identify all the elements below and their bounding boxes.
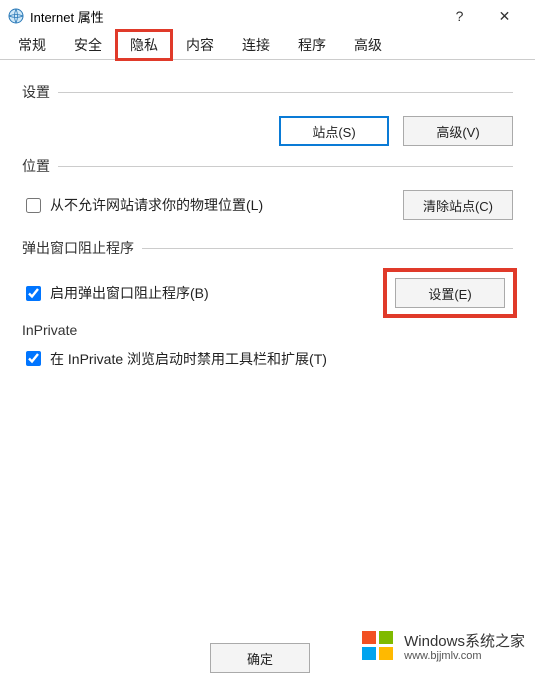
titlebar: Internet 属性 ? ✕ bbox=[0, 0, 535, 32]
group-location-label: 位置 bbox=[22, 156, 58, 176]
group-popup-header: 弹出窗口阻止程序 bbox=[22, 238, 513, 258]
help-icon: ? bbox=[456, 8, 464, 24]
help-button[interactable]: ? bbox=[437, 1, 482, 31]
tab-label: 安全 bbox=[74, 37, 102, 53]
window-title: Internet 属性 bbox=[30, 7, 104, 26]
watermark: Windows系统之家 www.bjjmlv.com bbox=[360, 628, 525, 667]
tab-label: 高级 bbox=[354, 37, 382, 53]
enable-popup-blocker-checkbox[interactable] bbox=[26, 286, 41, 301]
tab-security[interactable]: 安全 bbox=[60, 30, 116, 60]
tab-privacy[interactable]: 隐私 bbox=[116, 30, 172, 60]
tab-label: 常规 bbox=[18, 37, 46, 53]
advanced-button[interactable]: 高级(V) bbox=[403, 116, 513, 146]
group-location-header: 位置 bbox=[22, 156, 513, 176]
close-icon: ✕ bbox=[499, 8, 511, 25]
windows-logo-icon bbox=[360, 628, 396, 667]
settings-button-row: 站点(S) 高级(V) bbox=[22, 116, 513, 146]
divider bbox=[58, 166, 513, 167]
sites-button[interactable]: 站点(S) bbox=[279, 116, 389, 146]
group-settings-label: 设置 bbox=[22, 82, 58, 102]
tab-label: 隐私 bbox=[130, 37, 158, 53]
button-label: 清除站点(C) bbox=[423, 196, 493, 215]
watermark-text: Windows系统之家 www.bjjmlv.com bbox=[404, 633, 525, 663]
never-allow-location-checkbox[interactable] bbox=[26, 198, 41, 213]
popup-row: 启用弹出窗口阻止程序(B) 设置(E) bbox=[22, 272, 513, 314]
group-popup-label: 弹出窗口阻止程序 bbox=[22, 238, 142, 258]
tab-panel-privacy: 设置 站点(S) 高级(V) 位置 从不允许网站请求你的物理位置(L) 清除站点… bbox=[0, 60, 535, 369]
tab-connections[interactable]: 连接 bbox=[228, 30, 284, 60]
watermark-brand: Windows bbox=[404, 633, 465, 650]
divider bbox=[142, 248, 513, 249]
close-button[interactable]: ✕ bbox=[482, 1, 527, 31]
popup-checkbox-row[interactable]: 启用弹出窗口阻止程序(B) bbox=[22, 283, 209, 304]
highlight-box: 设置(E) bbox=[387, 272, 513, 314]
watermark-url: www.bjjmlv.com bbox=[404, 650, 525, 663]
button-label: 高级(V) bbox=[436, 122, 479, 141]
tab-content[interactable]: 内容 bbox=[172, 30, 228, 60]
group-inprivate-label: InPrivate bbox=[22, 322, 85, 338]
tab-label: 连接 bbox=[242, 37, 270, 53]
button-label: 站点(S) bbox=[312, 122, 355, 141]
button-label: 设置(E) bbox=[428, 284, 471, 303]
tab-strip: 常规 安全 隐私 内容 连接 程序 高级 bbox=[0, 32, 535, 60]
dialog-button-row: 确定 bbox=[210, 643, 310, 673]
checkbox-label: 启用弹出窗口阻止程序(B) bbox=[50, 283, 209, 303]
checkbox-label: 从不允许网站请求你的物理位置(L) bbox=[50, 195, 263, 215]
location-checkbox-row[interactable]: 从不允许网站请求你的物理位置(L) bbox=[22, 195, 263, 216]
button-label: 确定 bbox=[247, 649, 273, 668]
tab-advanced[interactable]: 高级 bbox=[340, 30, 396, 60]
group-inprivate-header: InPrivate bbox=[22, 322, 513, 338]
tab-general[interactable]: 常规 bbox=[4, 30, 60, 60]
inprivate-checkbox-row[interactable]: 在 InPrivate 浏览启动时禁用工具栏和扩展(T) bbox=[22, 348, 513, 369]
clear-sites-button[interactable]: 清除站点(C) bbox=[403, 190, 513, 220]
ok-button[interactable]: 确定 bbox=[210, 643, 310, 673]
popup-settings-button[interactable]: 设置(E) bbox=[395, 278, 505, 308]
tab-label: 内容 bbox=[186, 37, 214, 53]
checkbox-label: 在 InPrivate 浏览启动时禁用工具栏和扩展(T) bbox=[50, 349, 327, 369]
internet-options-icon bbox=[8, 8, 24, 24]
group-settings-header: 设置 bbox=[22, 82, 513, 102]
tab-label: 程序 bbox=[298, 37, 326, 53]
divider bbox=[58, 92, 513, 93]
tab-programs[interactable]: 程序 bbox=[284, 30, 340, 60]
watermark-cn: 系统之家 bbox=[465, 633, 525, 650]
disable-toolbars-inprivate-checkbox[interactable] bbox=[26, 351, 41, 366]
location-row: 从不允许网站请求你的物理位置(L) 清除站点(C) bbox=[22, 190, 513, 220]
